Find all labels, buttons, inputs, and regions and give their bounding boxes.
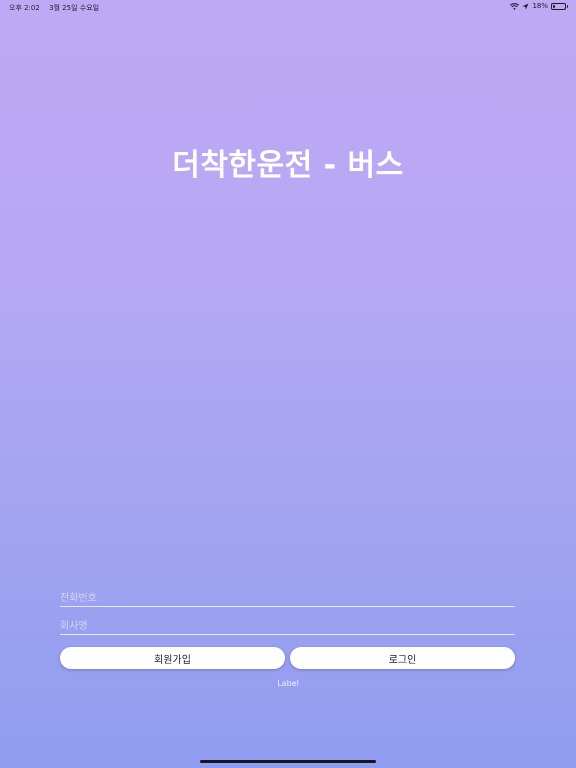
battery-icon (551, 2, 568, 10)
signup-button[interactable]: 회원가입 (60, 647, 285, 669)
home-indicator[interactable] (200, 760, 376, 763)
status-left: 오후 2:02 3월 25일 수요일 (9, 3, 106, 13)
wifi-icon (510, 2, 520, 10)
app-title: 더착한운전 - 버스 (172, 148, 404, 183)
battery-percent: 18% (532, 2, 548, 10)
status-right: 18% (510, 2, 568, 10)
location-arrow-icon (522, 3, 529, 9)
company-field[interactable] (60, 614, 515, 637)
phone-field[interactable] (60, 586, 515, 609)
status-label: Label (277, 679, 299, 688)
status-time: 오후 2:02 (9, 4, 40, 12)
company-input[interactable] (60, 616, 515, 637)
status-date: 3월 25일 수요일 (49, 4, 100, 12)
login-button[interactable]: 로그인 (290, 647, 515, 669)
phone-input[interactable] (60, 588, 515, 609)
battery-level-fill (553, 4, 555, 8)
status-bar: 오후 2:02 3월 25일 수요일 18% (0, 0, 576, 16)
